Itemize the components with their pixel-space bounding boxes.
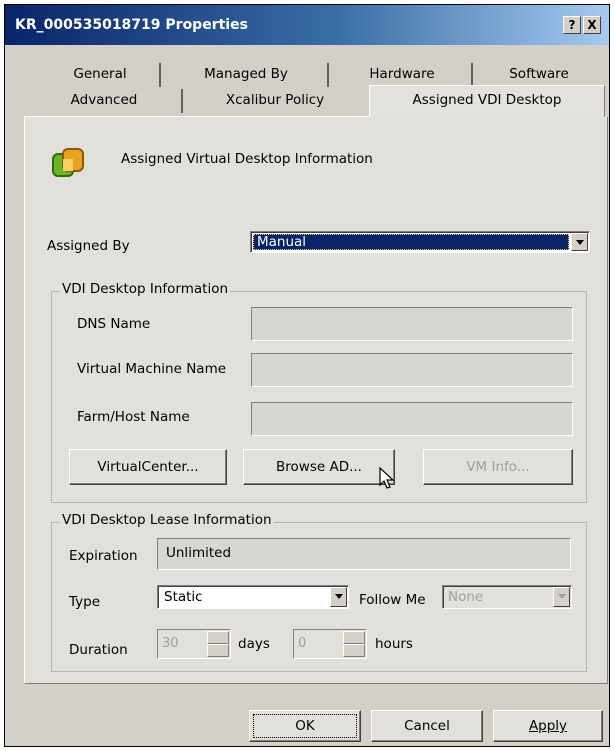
follow-me-value: None: [448, 589, 484, 605]
dns-name-field[interactable]: [251, 307, 573, 341]
title-bar[interactable]: KR_000535018719 Properties ? X: [5, 5, 609, 45]
chevron-down-icon[interactable]: [571, 233, 588, 251]
days-spin-buttons: [207, 631, 229, 657]
vdi-info-title: VDI Desktop Information: [60, 281, 231, 297]
type-label: Type: [69, 594, 101, 610]
mouse-cursor-icon: [379, 466, 395, 491]
type-value: Static: [164, 589, 203, 605]
virtualcenter-button[interactable]: VirtualCenter...: [69, 449, 227, 485]
tab-assigned-vdi-desktop[interactable]: Assigned VDI Desktop: [369, 85, 605, 117]
duration-label: Duration: [69, 642, 128, 658]
spin-down-icon[interactable]: [343, 644, 365, 657]
ok-button[interactable]: OK: [249, 710, 361, 742]
days-label: days: [238, 636, 270, 652]
window-title: KR_000535018719 Properties: [15, 17, 248, 33]
type-select[interactable]: Static: [157, 585, 349, 609]
spin-up-icon[interactable]: [343, 631, 365, 644]
tab-general[interactable]: General: [41, 63, 161, 87]
cancel-button[interactable]: Cancel: [371, 710, 483, 742]
tab-managed-by[interactable]: Managed By: [165, 63, 329, 87]
hours-label: hours: [375, 636, 413, 652]
duration-hours-spinner[interactable]: 0: [293, 629, 367, 659]
follow-me-label: Follow Me: [359, 592, 426, 608]
farm-host-field[interactable]: [251, 402, 573, 436]
vmware-logo-icon: [50, 145, 86, 181]
expiration-field: Unlimited: [157, 538, 571, 570]
chevron-down-icon[interactable]: [330, 587, 347, 607]
follow-me-select[interactable]: None: [442, 585, 572, 609]
assigned-by-select[interactable]: Manual: [250, 231, 590, 253]
browse-ad-button[interactable]: Browse AD...: [243, 449, 395, 485]
expiration-value: Unlimited: [166, 545, 232, 561]
expiration-label: Expiration: [69, 548, 138, 564]
vm-name-field[interactable]: [251, 353, 573, 387]
chevron-down-icon[interactable]: [553, 587, 570, 607]
properties-dialog: KR_000535018719 Properties ? X General M…: [4, 4, 610, 747]
tab-xcalibur-policy[interactable]: Xcalibur Policy: [187, 89, 363, 113]
close-button[interactable]: X: [583, 16, 601, 34]
vm-info-button[interactable]: VM Info...: [423, 449, 573, 485]
tab-hardware[interactable]: Hardware: [333, 63, 473, 87]
lease-title: VDI Desktop Lease Information: [60, 512, 274, 528]
dns-name-label: DNS Name: [77, 316, 151, 332]
duration-hours-value: 0: [298, 636, 307, 651]
tab-panel: Assigned Virtual Desktop Information Ass…: [24, 116, 608, 684]
farm-host-label: Farm/Host Name: [77, 409, 190, 425]
spin-up-icon[interactable]: [207, 631, 229, 644]
help-button[interactable]: ?: [563, 16, 581, 34]
duration-days-value: 30: [162, 636, 179, 651]
hours-spin-buttons: [343, 631, 365, 657]
apply-button[interactable]: Apply: [493, 710, 603, 742]
tab-software[interactable]: Software: [477, 63, 601, 87]
tab-advanced[interactable]: Advanced: [27, 89, 183, 113]
spin-down-icon[interactable]: [207, 644, 229, 657]
vm-name-label: Virtual Machine Name: [77, 361, 227, 377]
duration-days-spinner[interactable]: 30: [157, 629, 231, 659]
assigned-by-value: Manual: [257, 234, 307, 250]
header-title: Assigned Virtual Desktop Information: [121, 151, 373, 167]
assigned-by-label: Assigned By: [47, 238, 130, 254]
